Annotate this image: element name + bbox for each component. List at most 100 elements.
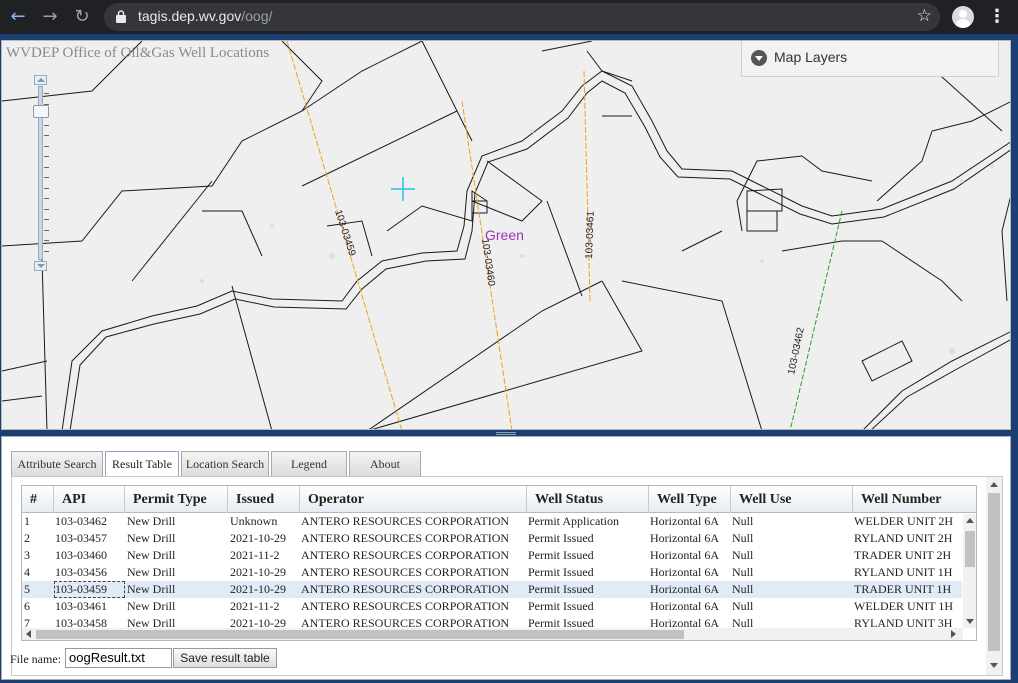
address-bar[interactable]: tagis.dep.wv.gov/oog/ ☆ xyxy=(104,3,940,31)
table-cell[interactable]: Horizontal 6A xyxy=(650,564,730,581)
save-result-table-button[interactable]: Save result table xyxy=(173,648,277,668)
table-cell[interactable]: Permit Issued xyxy=(528,581,648,598)
zoom-in-icon[interactable] xyxy=(34,75,47,85)
table-cell[interactable]: New Drill xyxy=(127,581,228,598)
table-cell[interactable]: 1 xyxy=(24,513,54,530)
table-cell[interactable]: ANTERO RESOURCES CORPORATION xyxy=(301,598,526,615)
tab-legend[interactable]: Legend xyxy=(271,451,347,476)
expand-arrow-icon[interactable] xyxy=(751,50,767,66)
table-cell[interactable]: WELDER UNIT 2H xyxy=(854,513,976,530)
file-name-input[interactable]: oogResult.txt xyxy=(65,648,172,668)
table-cell[interactable]: Null xyxy=(732,513,852,530)
table-cell[interactable]: 2 xyxy=(24,530,54,547)
map-layers-panel[interactable]: Map Layers xyxy=(741,41,999,77)
table-cell[interactable]: 103-03457 xyxy=(55,530,124,547)
table-cell[interactable]: Permit Issued xyxy=(528,564,648,581)
column-header-api[interactable]: API xyxy=(54,486,125,513)
table-cell[interactable]: Horizontal 6A xyxy=(650,598,730,615)
table-cell[interactable]: ANTERO RESOURCES CORPORATION xyxy=(301,513,526,530)
map-canvas[interactable]: 103-03459 103-03460 103-03461 103-03462 … xyxy=(2,41,1011,430)
tab-location-search[interactable]: Location Search xyxy=(181,451,269,476)
table-cell[interactable]: ANTERO RESOURCES CORPORATION xyxy=(301,530,526,547)
reload-icon[interactable]: ↻ xyxy=(70,5,94,29)
table-cell[interactable]: 2021-10-29 xyxy=(230,530,300,547)
table-cell[interactable]: Horizontal 6A xyxy=(650,547,730,564)
table-row[interactable]: 6 103-03461 New Drill 2021-11-2 ANTERO RESOU… xyxy=(22,598,962,615)
table-cell[interactable]: Permit Application xyxy=(528,513,648,530)
table-cell[interactable]: 103-03456 xyxy=(55,564,124,581)
menu-kebab-icon[interactable]: ⋮ xyxy=(988,5,1006,29)
table-cell[interactable]: 103-03460 xyxy=(55,547,124,564)
forward-icon[interactable]: → xyxy=(38,5,62,29)
table-cell[interactable]: Permit Issued xyxy=(528,598,648,615)
table-vertical-scroll-thumb[interactable] xyxy=(965,531,975,567)
column-header-number[interactable]: # xyxy=(22,486,54,513)
table-cell[interactable]: Null xyxy=(732,547,852,564)
panel-scroll-down-arrow-icon[interactable] xyxy=(990,663,998,668)
bookmark-star-icon[interactable]: ☆ xyxy=(917,6,932,26)
table-cell[interactable]: New Drill xyxy=(127,513,228,530)
table-cell[interactable]: Null xyxy=(732,581,852,598)
scroll-down-arrow-icon[interactable] xyxy=(966,619,974,624)
profile-avatar-icon[interactable] xyxy=(952,6,974,28)
table-cell[interactable]: RYLAND UNIT 2H xyxy=(854,530,976,547)
map-layers-label[interactable]: Map Layers xyxy=(774,49,847,65)
zoom-out-icon[interactable] xyxy=(34,261,47,271)
table-cell[interactable]: Unknown xyxy=(230,513,300,530)
table-cell[interactable]: TRADER UNIT 1H xyxy=(854,581,976,598)
table-cell[interactable]: Null xyxy=(732,530,852,547)
column-header-well-status[interactable]: Well Status xyxy=(527,486,649,513)
table-horizontal-scroll-thumb[interactable] xyxy=(36,630,684,639)
table-cell[interactable]: Horizontal 6A xyxy=(650,581,730,598)
table-cell[interactable]: ANTERO RESOURCES CORPORATION xyxy=(301,564,526,581)
column-header-well-number[interactable]: Well Number xyxy=(853,486,976,513)
table-cell[interactable]: Horizontal 6A xyxy=(650,530,730,547)
table-vertical-scrollbar[interactable] xyxy=(963,514,976,628)
map-view[interactable]: 103-03459 103-03460 103-03461 103-03462 … xyxy=(1,40,1011,430)
zoom-slider[interactable] xyxy=(32,75,50,271)
tab-result-table[interactable]: Result Table xyxy=(105,451,179,477)
column-header-well-type[interactable]: Well Type xyxy=(649,486,731,513)
column-header-operator[interactable]: Operator xyxy=(300,486,527,513)
column-header-permit-type[interactable]: Permit Type xyxy=(125,486,228,513)
table-cell[interactable]: 2021-10-29 xyxy=(230,581,300,598)
table-row[interactable]: 4 103-03456 New Drill 2021-10-29 ANTERO RESO… xyxy=(22,564,962,581)
table-row[interactable]: 3 103-03460 New Drill 2021-11-2 ANTERO RESOU… xyxy=(22,547,962,564)
table-cell[interactable]: ANTERO RESOURCES CORPORATION xyxy=(301,581,526,598)
zoom-thumb[interactable] xyxy=(33,105,49,118)
table-cell[interactable]: 3 xyxy=(24,547,54,564)
panel-scroll-up-arrow-icon[interactable] xyxy=(990,482,998,487)
table-row[interactable]: 2 103-03457 New Drill 2021-10-29 ANTERO RESO… xyxy=(22,530,962,547)
tab-attribute-search[interactable]: Attribute Search xyxy=(11,451,103,476)
table-cell[interactable]: Null xyxy=(732,598,852,615)
scroll-right-arrow-icon[interactable] xyxy=(951,630,956,638)
table-cell[interactable]: 2021-11-2 xyxy=(230,547,300,564)
table-cell[interactable]: 5 xyxy=(24,581,54,598)
table-cell[interactable]: New Drill xyxy=(127,530,228,547)
scroll-up-arrow-icon[interactable] xyxy=(966,518,974,523)
splitter-grip-icon[interactable] xyxy=(496,432,516,435)
table-cell[interactable]: Null xyxy=(732,564,852,581)
table-cell[interactable]: WELDER UNIT 1H xyxy=(854,598,976,615)
back-icon[interactable]: ← xyxy=(6,5,30,29)
table-cell[interactable]: TRADER UNIT 2H xyxy=(854,547,976,564)
table-cell[interactable]: RYLAND UNIT 1H xyxy=(854,564,976,581)
table-cell[interactable]: 2021-10-29 xyxy=(230,564,300,581)
panel-vertical-scroll-thumb[interactable] xyxy=(988,493,1000,651)
table-cell[interactable]: Permit Issued xyxy=(528,530,648,547)
table-cell[interactable]: ANTERO RESOURCES CORPORATION xyxy=(301,547,526,564)
table-horizontal-scrollbar[interactable] xyxy=(22,628,963,640)
table-cell[interactable]: 103-03462 xyxy=(55,513,124,530)
table-cell[interactable]: 2021-11-2 xyxy=(230,598,300,615)
tab-about[interactable]: About xyxy=(349,451,421,476)
table-row[interactable]: 1 103-03462 New Drill Unknown ANTERO RESOURC… xyxy=(22,513,962,530)
table-cell[interactable]: 103-03459 xyxy=(54,581,125,598)
table-cell[interactable]: New Drill xyxy=(127,564,228,581)
table-cell[interactable]: 103-03461 xyxy=(55,598,124,615)
table-cell[interactable]: New Drill xyxy=(127,598,228,615)
scroll-left-arrow-icon[interactable] xyxy=(26,630,31,638)
table-cell[interactable]: New Drill xyxy=(127,547,228,564)
table-cell[interactable]: 6 xyxy=(24,598,54,615)
table-cell[interactable]: 4 xyxy=(24,564,54,581)
table-row[interactable]: 5 103-03459 New Drill 2021-10-29 ANTERO RESO… xyxy=(22,581,962,598)
